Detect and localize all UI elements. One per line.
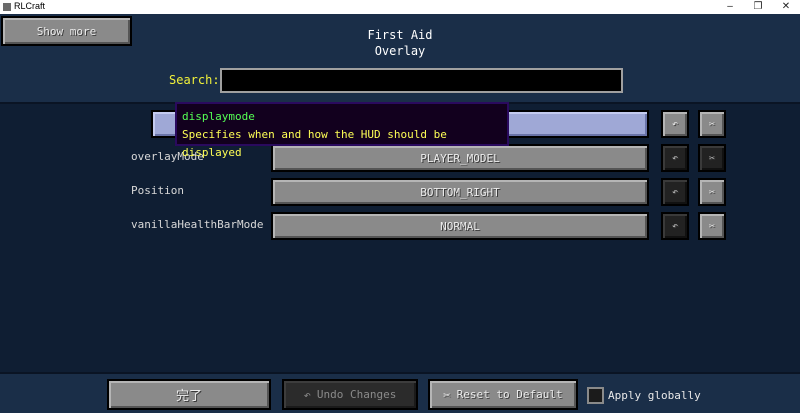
vanillahealthbarmode-label: vanillaHealthBarMode [131,218,264,231]
apply-globally-label: Apply globally [608,389,701,402]
vanillahealthbarmode-reset-button[interactable]: ✂ [698,212,726,240]
screen-title: First Aid [367,28,433,42]
position-button[interactable]: BOTTOM_RIGHT [271,178,649,206]
vanillahealthbarmode-undo-button[interactable]: ↶ [661,212,689,240]
minimize-button[interactable]: – [716,0,744,14]
undo-changes-button[interactable]: ↶ Undo Changes [282,379,418,410]
apply-globally-checkbox[interactable] [587,387,604,404]
reset-to-default-label: Reset to Default [456,388,563,401]
tooltip-title: displaymode [182,110,255,123]
search-label: Search: [169,73,220,87]
undo-icon: ↶ [671,118,679,130]
screen-subtitle: Overlay [374,44,426,58]
window-title: RLCraft [14,1,46,11]
displaymode-undo-button[interactable]: ↶ [661,110,689,138]
overlaymode-undo-button[interactable]: ↶ [661,144,689,172]
reset-icon: ✂ [708,152,716,164]
position-label: Position [131,184,184,197]
reset-to-default-button[interactable]: ✂ Reset to Default [428,379,578,410]
undo-icon: ↶ [303,387,311,402]
reset-icon: ✂ [708,220,716,232]
close-button[interactable]: ✕ [772,0,800,14]
undo-icon: ↶ [671,186,679,198]
vanillahealthbarmode-button[interactable]: NORMAL [271,212,649,240]
undo-changes-label: Undo Changes [316,388,397,401]
config-tooltip: displaymode Specifies when and how the H… [175,102,509,159]
displaymode-reset-button[interactable]: ✂ [698,110,726,138]
reset-icon: ✂ [443,387,451,402]
overlaymode-reset-button[interactable]: ✂ [698,144,726,172]
restore-button[interactable]: ❐ [744,0,772,14]
reset-icon: ✂ [708,186,716,198]
undo-icon: ↶ [671,152,679,164]
window-titlebar: RLCraft – ❐ ✕ [0,0,800,15]
position-undo-button[interactable]: ↶ [661,178,689,206]
search-input[interactable] [220,68,623,93]
undo-icon: ↶ [671,220,679,232]
reset-icon: ✂ [708,118,716,130]
position-reset-button[interactable]: ✂ [698,178,726,206]
app-icon [3,3,11,11]
done-button[interactable]: 完了 [107,379,271,410]
tooltip-description: Specifies when and how the HUD should be… [182,128,447,159]
